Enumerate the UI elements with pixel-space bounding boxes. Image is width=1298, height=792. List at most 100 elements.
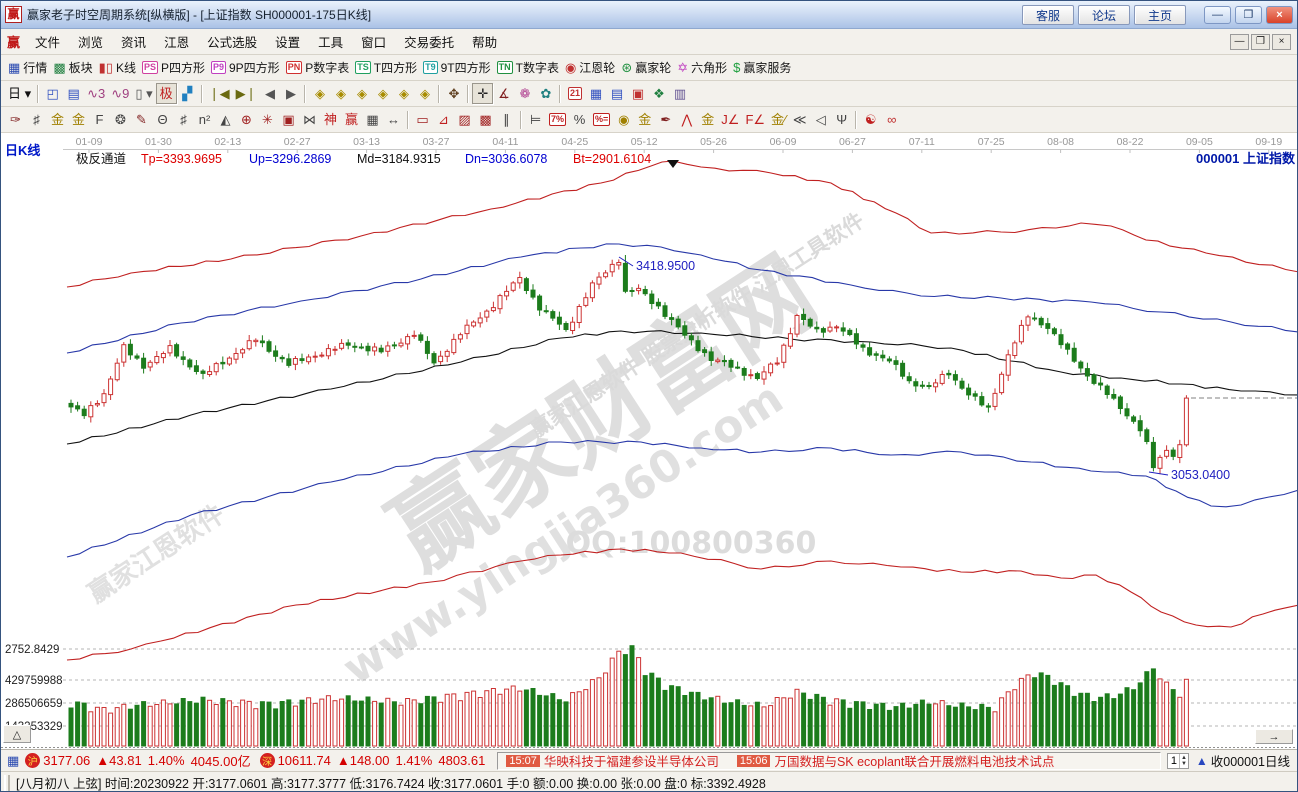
menu-browse[interactable]: 浏览 [69, 29, 112, 54]
price-arrow-tool[interactable]: ✒ [655, 109, 676, 130]
candle-style-dropdown[interactable]: ▯ ▾ [132, 83, 155, 104]
hatch-tool[interactable]: ♯ [26, 109, 47, 130]
pan-right-button[interactable]: ◈ [330, 83, 351, 104]
menu-tools[interactable]: 工具 [309, 29, 352, 54]
t-square-button[interactable]: TST四方形 [352, 57, 420, 78]
brush-tool[interactable]: ✑ [5, 109, 26, 130]
quote-line-tool[interactable]: ⋈ [299, 109, 320, 130]
gold-slash-tool[interactable]: 金∕ [768, 109, 789, 130]
mirror-tool[interactable]: ◭ [215, 109, 236, 130]
compass-icon[interactable]: ▲ [1196, 754, 1208, 768]
gann-wheel-button[interactable]: ◉江恩轮 [562, 57, 618, 78]
kline-button[interactable]: ▮▯K线 [96, 57, 139, 78]
menu-settings[interactable]: 设置 [266, 29, 309, 54]
f-line-tool[interactable]: F∠ [742, 109, 768, 130]
jifan-channel-button[interactable]: 极 [156, 83, 177, 104]
customer-service-button[interactable]: 客服 [1022, 5, 1074, 25]
spiral-tool[interactable]: ❂ [110, 109, 131, 130]
trend-x-tool[interactable]: ⋀ [676, 109, 697, 130]
fan-lines-tool[interactable]: ⊿ [433, 109, 454, 130]
dense-grid-tool[interactable]: ▦ [362, 109, 383, 130]
last-bar-button[interactable]: ▶❘ [233, 83, 260, 104]
notepad-button[interactable]: ▤ [606, 83, 627, 104]
time-circle-tool[interactable]: Θ [152, 109, 173, 130]
close-button[interactable]: × [1266, 6, 1293, 24]
t-number-table-button[interactable]: TNT数字表 [494, 57, 562, 78]
child-close-button[interactable]: × [1272, 34, 1291, 50]
news-ticker[interactable]: 15:07 华映科技于福建参设半导体公司 15:06 万国数据与SK ecopl… [497, 752, 1160, 770]
j-line-tool[interactable]: J∠ [718, 109, 742, 130]
win-grid-tool[interactable]: 赢 [341, 109, 362, 130]
winner-wheel-button[interactable]: ⊛赢家轮 [618, 57, 674, 78]
color-chart-button[interactable]: ▞ [177, 83, 198, 104]
menu-help[interactable]: 帮助 [463, 29, 506, 54]
print-button[interactable]: ▥ [669, 83, 690, 104]
gold-circle-tool[interactable]: ◉ [613, 109, 634, 130]
spinner-arrows-icon[interactable]: ▲▼ [1179, 754, 1188, 768]
minichart9-button[interactable]: ∿9 [108, 83, 132, 104]
gold-grid-2-tool[interactable]: 金 [68, 109, 89, 130]
gold-line-tool[interactable]: 金 [634, 109, 655, 130]
forum-button[interactable]: 论坛 [1078, 5, 1130, 25]
circle-target-tool[interactable]: ⊕ [236, 109, 257, 130]
9p-square-button[interactable]: P99P四方形 [208, 57, 283, 78]
minimize-button[interactable]: — [1204, 6, 1231, 24]
square-target-tool[interactable]: ▣ [278, 109, 299, 130]
shade-grid-2-tool[interactable]: ▩ [475, 109, 496, 130]
menu-window[interactable]: 窗口 [352, 29, 395, 54]
news-headline[interactable]: 华映科技于福建参设半导体公司 [544, 752, 719, 770]
shrink-h-button[interactable]: ◈ [372, 83, 393, 104]
percent-tool[interactable]: % [569, 109, 590, 130]
winner-service-button[interactable]: $赢家服务 [730, 57, 794, 78]
resistance-tool[interactable]: ◁ [810, 109, 831, 130]
p-number-table-button[interactable]: PNP数字表 [283, 57, 353, 78]
slope-lines-tool[interactable]: ∥ [496, 109, 517, 130]
menu-news[interactable]: 资讯 [112, 29, 155, 54]
next-bar-button[interactable]: ▶ [280, 83, 301, 104]
angle-tool-button[interactable]: ∡ [493, 83, 514, 104]
star-target-tool[interactable]: ✳ [257, 109, 278, 130]
chart-window-button[interactable]: ◰ [42, 83, 63, 104]
prev-bar-button[interactable]: ◀ [259, 83, 280, 104]
percent-line-tool[interactable]: %= [590, 109, 613, 130]
kline-chart[interactable]: 赢家财富网www.yingjia360.comQQ:100800360赢家江恩软… [1, 133, 1298, 749]
save-button[interactable]: ▣ [627, 83, 648, 104]
price-ruler-tool[interactable]: ⊨ [525, 109, 546, 130]
expand-v-button[interactable]: ◈ [393, 83, 414, 104]
9t-square-button[interactable]: T99T四方形 [420, 57, 494, 78]
menu-file[interactable]: 文件 [26, 29, 69, 54]
news-headline[interactable]: 万国数据与SK ecoplant联合开展燃料电池技术试点 [774, 752, 1054, 770]
calculator-button[interactable]: ▦ [585, 83, 606, 104]
memo-button[interactable]: ▤ [63, 83, 84, 104]
god-grid-tool[interactable]: 神 [320, 109, 341, 130]
menu-formula-pick[interactable]: 公式选股 [198, 29, 266, 54]
brain-map-button[interactable]: ✿ [535, 83, 556, 104]
volume-pane-toggle-button[interactable]: △ [3, 725, 31, 743]
homepage-button[interactable]: 主页 [1134, 5, 1186, 25]
quote-grid-icon[interactable]: ▦ [7, 753, 19, 769]
speed-line-tool[interactable]: ≪ [789, 109, 810, 130]
child-restore-button[interactable]: ❐ [1251, 34, 1270, 50]
pan-left-button[interactable]: ◈ [309, 83, 330, 104]
width-arrow-tool[interactable]: ↔ [383, 109, 404, 130]
box-frame-tool[interactable]: ▭ [412, 109, 433, 130]
minichart3-button[interactable]: ∿3 [84, 83, 108, 104]
sectors-button[interactable]: ▩板块 [50, 57, 95, 78]
yinyang-button[interactable]: ☯ [860, 109, 881, 130]
pen-tool[interactable]: ✎ [131, 109, 152, 130]
child-minimize-button[interactable]: — [1230, 34, 1249, 50]
hand-tool-button[interactable]: ✥ [443, 83, 464, 104]
gold-angle-tool[interactable]: 金 [697, 109, 718, 130]
ruler-tool[interactable]: ♯ [173, 109, 194, 130]
scroll-right-button[interactable]: → [1255, 729, 1293, 744]
calendar-button[interactable]: 21 [564, 83, 585, 104]
n-square-tool[interactable]: n² [194, 109, 215, 130]
menu-trade[interactable]: 交易委托 [395, 29, 463, 54]
expand-h-button[interactable]: ◈ [351, 83, 372, 104]
first-bar-button[interactable]: ❘◀ [206, 83, 233, 104]
menu-gann[interactable]: 江恩 [155, 29, 198, 54]
restore-button[interactable]: ❐ [1235, 6, 1262, 24]
gann-flower-button[interactable]: ❁ [514, 83, 535, 104]
network-button[interactable]: ❖ [648, 83, 669, 104]
fibo-grid-tool[interactable]: F [89, 109, 110, 130]
